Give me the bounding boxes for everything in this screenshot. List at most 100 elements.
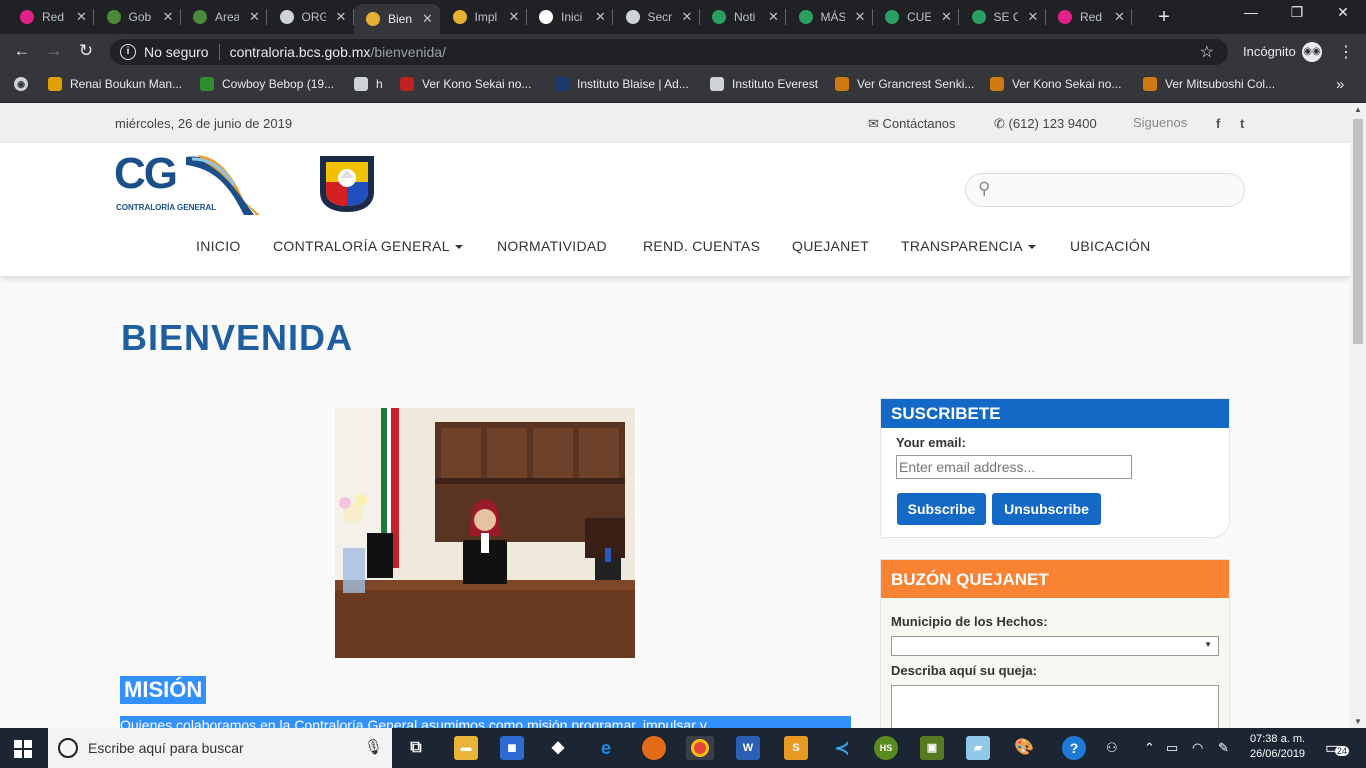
terminal-icon[interactable]: ▣ <box>920 736 944 760</box>
wifi-icon[interactable]: ◠ <box>1192 740 1203 756</box>
browser-tab[interactable]: Inici ✕ <box>527 4 613 30</box>
windows-start-icon[interactable] <box>14 740 32 758</box>
tab-close-icon[interactable]: ✕ <box>163 9 174 25</box>
bookmark-item[interactable]: Ver Kono Sekai no... <box>990 77 1121 91</box>
queja-textarea[interactable] <box>891 685 1219 728</box>
logo-subtitle: CONTRALORÍA GENERAL <box>116 203 217 212</box>
browser-tab[interactable]: CUE ✕ <box>873 4 959 30</box>
tab-close-icon[interactable]: ✕ <box>76 9 87 25</box>
nav-item-inicio[interactable]: INICIO <box>196 238 241 254</box>
browser-tab[interactable]: Noti ✕ <box>700 4 786 30</box>
incognito-icon[interactable]: ◉◉ <box>1302 42 1322 62</box>
hs-icon[interactable]: HS <box>874 736 898 760</box>
tab-close-icon[interactable]: ✕ <box>1028 9 1039 25</box>
people-icon[interactable]: ⚇ <box>1106 740 1118 756</box>
new-tab-button[interactable]: + <box>1152 6 1176 29</box>
task-view-icon[interactable]: ⧉ <box>404 736 428 760</box>
unsubscribe-button[interactable]: Unsubscribe <box>992 493 1101 525</box>
page-scrollbar[interactable]: ▲ ▼ <box>1350 103 1366 728</box>
bookmark-item[interactable]: h <box>354 77 383 91</box>
firefox-icon[interactable] <box>642 736 666 760</box>
close-window-button[interactable]: ✕ <box>1320 4 1366 21</box>
bookmark-star-icon[interactable]: ☆ <box>1200 42 1214 62</box>
info-icon[interactable]: i <box>120 44 136 60</box>
vscode-icon[interactable]: ≺ <box>830 736 854 760</box>
contraloria-logo[interactable]: CG CONTRALORÍA GENERAL <box>114 149 260 217</box>
tab-close-icon[interactable]: ✕ <box>595 9 606 25</box>
tab-close-icon[interactable]: ✕ <box>249 9 260 25</box>
back-icon[interactable]: ← <box>10 41 34 61</box>
paint-icon[interactable]: 🎨 <box>1012 736 1036 760</box>
email-field[interactable] <box>896 455 1132 479</box>
tab-close-icon[interactable]: ✕ <box>682 9 693 25</box>
battery-icon[interactable]: ▭ <box>1166 740 1178 756</box>
security-label: No seguro <box>144 44 209 60</box>
browser-tab[interactable]: Impl ✕ <box>441 4 527 30</box>
twitter-icon[interactable]: t <box>1240 116 1244 131</box>
tab-close-icon[interactable]: ✕ <box>1114 9 1125 25</box>
browser-menu-icon[interactable]: ⋮ <box>1338 42 1354 62</box>
browser-tab[interactable]: Secr ✕ <box>614 4 700 30</box>
browser-tab[interactable]: Area ✕ <box>181 4 267 30</box>
tab-close-icon[interactable]: ✕ <box>336 9 347 25</box>
dropbox-icon[interactable]: ◆ <box>546 736 570 760</box>
minimize-button[interactable]: — <box>1228 4 1274 20</box>
microphone-icon[interactable]: 🎙 <box>364 738 383 756</box>
apps-icon[interactable]: ◉ <box>14 77 36 91</box>
contact-link[interactable]: ✉ Contáctanos <box>868 116 956 132</box>
browser-tab[interactable]: Gob ✕ <box>95 4 181 30</box>
bookmark-item[interactable]: Instituto Everest <box>710 77 818 91</box>
browser-tab[interactable]: Bien ✕ <box>354 4 440 34</box>
store-icon[interactable]: ◼ <box>500 736 524 760</box>
browser-tab[interactable]: MÁS ✕ <box>787 4 873 30</box>
reload-icon[interactable]: ↻ <box>74 41 98 61</box>
nav-item-rend-cuentas[interactable]: REND. CUENTAS <box>643 238 760 254</box>
edge-icon[interactable]: e <box>594 736 618 760</box>
chrome-icon[interactable] <box>686 736 714 760</box>
pen-icon[interactable]: ✎ <box>1218 740 1229 756</box>
browser-tab[interactable]: ORG ✕ <box>268 4 354 30</box>
scrollbar-thumb[interactable] <box>1353 119 1363 344</box>
subscribe-button[interactable]: Subscribe <box>897 493 986 525</box>
forward-icon[interactable]: → <box>42 41 66 61</box>
scroll-down-icon[interactable]: ▼ <box>1354 717 1362 726</box>
bookmark-item[interactable]: Ver Mitsuboshi Col... <box>1143 77 1275 91</box>
tray-chevron-icon[interactable]: ⌃ <box>1144 740 1155 756</box>
nav-item-transparencia[interactable]: TRANSPARENCIA <box>901 238 1036 254</box>
notepad-icon[interactable]: ▰ <box>966 736 990 760</box>
facebook-icon[interactable]: f <box>1216 116 1220 131</box>
tab-close-icon[interactable]: ✕ <box>509 9 520 25</box>
taskbar-clock[interactable]: 07:38 a. m. 26/06/2019 <box>1250 732 1305 762</box>
nav-item-normatividad[interactable]: NORMATIVIDAD <box>497 238 607 254</box>
address-bar[interactable]: i No seguro contraloria.bcs.gob.mx/bienv… <box>110 39 1228 65</box>
bookmark-item[interactable]: Ver Grancrest Senki... <box>835 77 974 91</box>
site-search[interactable]: ⚲ <box>965 173 1245 207</box>
scroll-up-icon[interactable]: ▲ <box>1354 105 1362 114</box>
browser-tab[interactable]: SE C ✕ <box>960 4 1046 30</box>
bookmark-item[interactable]: Cowboy Bebop (19... <box>200 77 334 91</box>
help-icon[interactable]: ? <box>1062 736 1086 760</box>
taskbar-search[interactable]: Escribe aquí para buscar 🎙 <box>48 728 392 768</box>
bookmark-item[interactable]: Renai Boukun Man... <box>48 77 182 91</box>
tab-close-icon[interactable]: ✕ <box>855 9 866 25</box>
bookmark-item[interactable]: Ver Kono Sekai no... <box>400 77 531 91</box>
tab-favicon-icon <box>366 12 380 26</box>
nav-item-quejanet[interactable]: QUEJANET <box>792 238 869 254</box>
municipio-select[interactable]: ▼ <box>891 636 1219 656</box>
tab-close-icon[interactable]: ✕ <box>422 11 433 27</box>
bookmarks-overflow-icon[interactable]: » <box>1336 76 1344 93</box>
bookmark-item[interactable]: Instituto Blaise | Ad... <box>555 77 689 91</box>
nav-item-ubicacion[interactable]: UBICACIÓN <box>1070 238 1151 254</box>
word-icon[interactable]: W <box>736 736 760 760</box>
site-search-input[interactable] <box>1004 178 1236 202</box>
sublime-icon[interactable]: S <box>784 736 808 760</box>
tab-close-icon[interactable]: ✕ <box>941 9 952 25</box>
browser-tab[interactable]: Red ✕ <box>1046 4 1132 30</box>
browser-tab[interactable]: Red ✕ <box>8 4 94 30</box>
file-explorer-icon[interactable]: ▬ <box>454 736 478 760</box>
caret-down-icon <box>1027 245 1036 250</box>
tab-close-icon[interactable]: ✕ <box>768 9 779 25</box>
notification-center-icon[interactable]: ▭ 24 <box>1325 736 1350 758</box>
restore-button[interactable]: ❐ <box>1274 4 1320 21</box>
nav-item-contraloria-general[interactable]: CONTRALORÍA GENERAL <box>273 238 463 254</box>
